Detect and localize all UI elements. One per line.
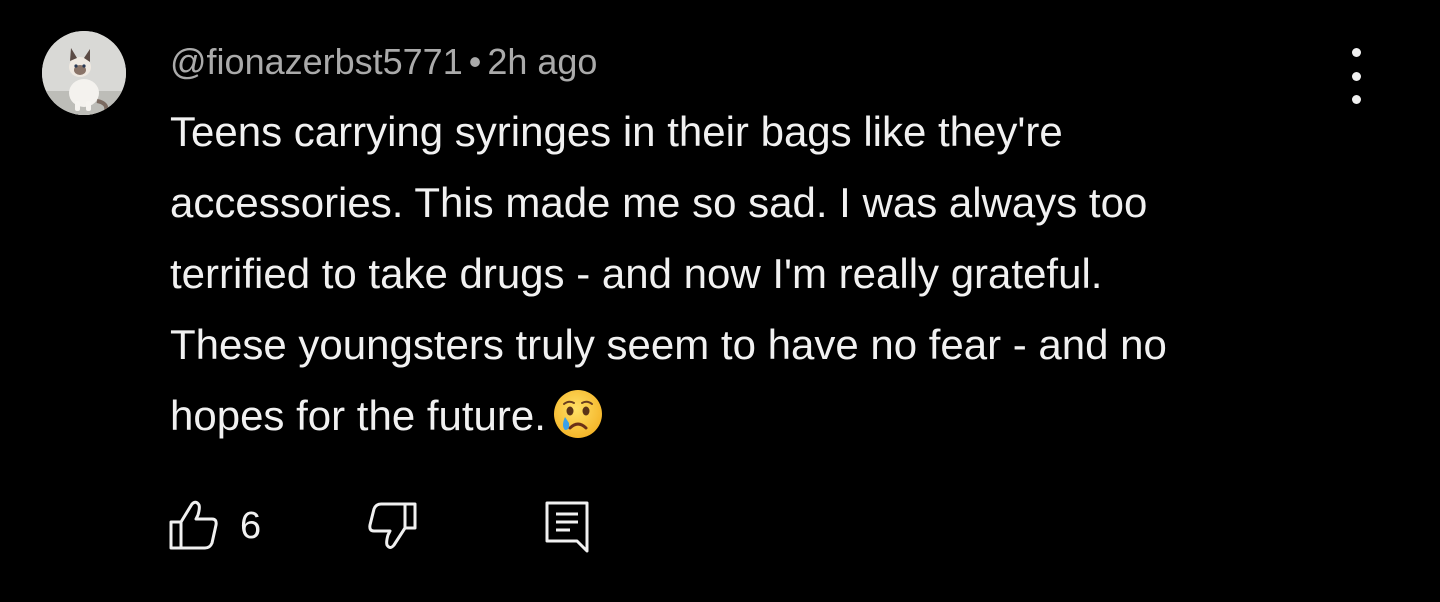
more-vert-icon-dot <box>1351 71 1361 81</box>
more-actions-button[interactable] <box>1336 48 1376 104</box>
comment-text-line: accessories. This made me so sad. I was … <box>170 179 1148 226</box>
crying-face-icon <box>553 390 602 438</box>
avatar[interactable] <box>42 31 126 115</box>
comment-text-line: These youngsters truly seem to have no f… <box>170 321 1167 368</box>
comment-text-line: terrified to take drugs - and now I'm re… <box>170 250 1103 297</box>
comment-reply-icon <box>545 501 589 553</box>
more-vert-icon-dot <box>1351 48 1361 57</box>
thumbs-down-icon <box>368 502 417 549</box>
comment-time[interactable]: 2h ago <box>487 41 597 82</box>
reply-button[interactable] <box>544 500 592 554</box>
dislike-button[interactable] <box>366 500 418 552</box>
comment-text: Teens carrying syringes in their bags li… <box>170 96 1330 451</box>
like-button[interactable] <box>168 498 220 552</box>
author-name[interactable]: @fionazerbst5771 <box>170 41 463 82</box>
like-count: 6 <box>240 505 262 547</box>
comment-text-line: Teens carrying syringes in their bags li… <box>170 108 1063 155</box>
comment-text-line-last: hopes for the future. <box>170 380 1330 451</box>
more-vert-icon-dot <box>1351 95 1361 104</box>
cat-avatar-icon <box>42 31 126 115</box>
comment-text-line: hopes for the future. <box>170 392 546 439</box>
comment-header: @fionazerbst5771 • 2h ago <box>170 38 597 86</box>
comment-item: @fionazerbst5771 • 2h ago Teens carrying s… <box>0 0 1440 602</box>
meta-separator: • <box>468 41 482 82</box>
thumbs-up-icon <box>169 500 218 550</box>
